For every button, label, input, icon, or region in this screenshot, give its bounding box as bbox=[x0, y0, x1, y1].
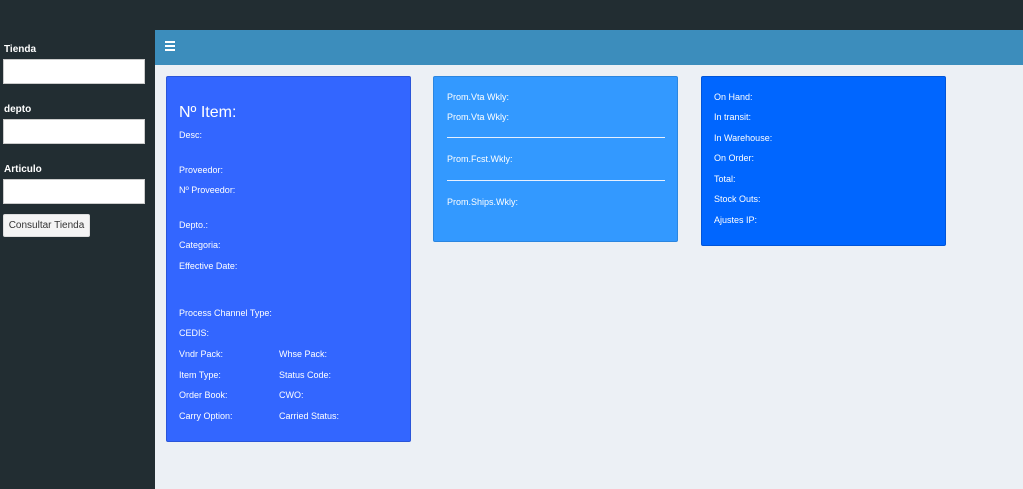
sidebar: Tienda depto Articulo Consultar Tienda bbox=[0, 30, 155, 489]
tienda-input[interactable] bbox=[3, 59, 145, 84]
item-details-card: Nº Item: Desc: Proveedor: Nº Proveedor: … bbox=[166, 76, 411, 442]
whse-pack-label: Whse Pack: bbox=[279, 349, 328, 359]
hamburger-icon[interactable] bbox=[165, 41, 175, 51]
categoria-label: Categoria: bbox=[179, 240, 221, 250]
prom-fcst-wkly-label: Prom.Fcst.Wkly: bbox=[447, 154, 513, 164]
depto-field-label: Depto.: bbox=[179, 220, 209, 230]
depto-label: depto bbox=[4, 104, 32, 115]
carried-status-label: Carried Status: bbox=[279, 411, 340, 421]
articulo-label: Articulo bbox=[4, 164, 42, 175]
sales-averages-card: Prom.Vta Wkly: Prom.Vta Wkly: Prom.Fcst.… bbox=[433, 76, 678, 242]
item-number-title: Nº Item: bbox=[179, 104, 237, 121]
inventory-card: On Hand: In transit: In Warehouse: On Or… bbox=[701, 76, 946, 246]
stock-outs-label: Stock Outs: bbox=[714, 194, 761, 204]
depto-input[interactable] bbox=[3, 119, 145, 144]
total-label: Total: bbox=[714, 174, 736, 184]
cwo-label: CWO: bbox=[279, 390, 304, 400]
effective-date-label: Effective Date: bbox=[179, 261, 238, 271]
in-transit-label: In transit: bbox=[714, 112, 752, 122]
carry-option-label: Carry Option: bbox=[179, 411, 233, 421]
prom-ships-wkly-label: Prom.Ships.Wkly: bbox=[447, 197, 519, 207]
divider bbox=[447, 180, 665, 181]
consultar-tienda-button[interactable]: Consultar Tienda bbox=[3, 214, 90, 237]
main-header bbox=[155, 30, 1023, 65]
ajustes-ip-label: Ajustes IP: bbox=[714, 215, 758, 225]
proveedor-label: Proveedor: bbox=[179, 165, 224, 175]
desc-label: Desc: bbox=[179, 130, 203, 140]
articulo-input[interactable] bbox=[3, 179, 145, 204]
on-order-label: On Order: bbox=[714, 153, 755, 163]
tienda-label: Tienda bbox=[4, 44, 37, 55]
status-code-label: Status Code: bbox=[279, 370, 332, 380]
cedis-label: CEDIS: bbox=[179, 328, 210, 338]
prom-vta-wkly-label-1: Prom.Vta Wkly: bbox=[447, 92, 510, 102]
order-book-label: Order Book: bbox=[179, 390, 228, 400]
prom-vta-wkly-label-2: Prom.Vta Wkly: bbox=[447, 112, 510, 122]
divider bbox=[447, 137, 665, 138]
in-warehouse-label: In Warehouse: bbox=[714, 133, 773, 143]
top-bar bbox=[0, 0, 1023, 30]
vndr-pack-label: Vndr Pack: bbox=[179, 349, 224, 359]
on-hand-label: On Hand: bbox=[714, 92, 753, 102]
item-type-label: Item Type: bbox=[179, 370, 221, 380]
process-channel-type-label: Process Channel Type: bbox=[179, 308, 272, 318]
no-proveedor-label: Nº Proveedor: bbox=[179, 185, 236, 195]
